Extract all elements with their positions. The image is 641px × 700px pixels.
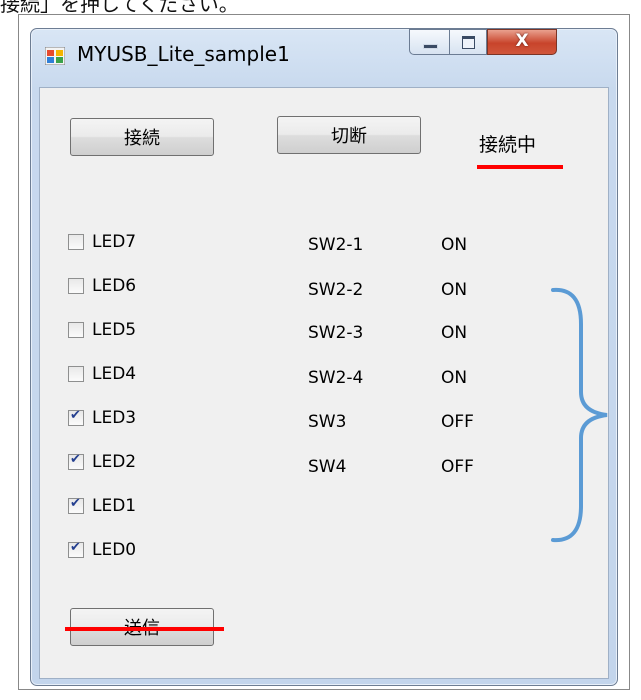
led-label: LED3 bbox=[92, 408, 137, 428]
disconnect-button[interactable]: 切断 bbox=[277, 116, 421, 154]
checkbox-checked-icon[interactable] bbox=[68, 452, 84, 470]
led-label: LED5 bbox=[92, 320, 137, 340]
checkbox-unchecked-icon[interactable] bbox=[68, 322, 84, 338]
switch-name: SW4 bbox=[308, 457, 347, 477]
led-label: LED0 bbox=[92, 540, 137, 560]
led-checkbox-row[interactable]: LED5 bbox=[68, 318, 136, 342]
switch-state: ON bbox=[441, 280, 468, 300]
client-area: 接続 切断 接続中 LED7 LED6 LED5 LED4 LED3 LED2 LED1 LE… bbox=[39, 87, 609, 679]
led-label: LED4 bbox=[92, 364, 137, 384]
maximize-button[interactable] bbox=[449, 29, 487, 55]
led-checkbox-row[interactable]: LED1 bbox=[68, 494, 136, 518]
led-label: LED1 bbox=[92, 496, 137, 516]
led-checkbox-row[interactable]: LED3 bbox=[68, 406, 136, 430]
send-underline bbox=[65, 627, 224, 631]
app-icon bbox=[45, 47, 65, 65]
close-icon: X bbox=[515, 31, 529, 51]
checkbox-checked-icon[interactable] bbox=[68, 496, 84, 514]
switch-name: SW2-3 bbox=[308, 323, 364, 343]
led-label: LED7 bbox=[92, 232, 137, 252]
led-checkbox-row[interactable]: LED0 bbox=[68, 538, 136, 562]
switch-name: SW3 bbox=[308, 412, 347, 432]
switch-state: OFF bbox=[441, 412, 474, 432]
led-label: LED6 bbox=[92, 276, 137, 296]
title-bar[interactable]: MYUSB_Lite_sample1 X bbox=[31, 29, 617, 87]
maximize-icon bbox=[462, 36, 475, 49]
switch-state: ON bbox=[441, 368, 468, 388]
connection-status: 接続中 bbox=[479, 134, 537, 156]
checkbox-unchecked-icon[interactable] bbox=[68, 278, 84, 294]
checkbox-unchecked-icon[interactable] bbox=[68, 234, 84, 250]
curly-brace-annotation bbox=[551, 287, 608, 543]
minimize-button[interactable] bbox=[409, 29, 449, 55]
switch-name: SW2-2 bbox=[308, 280, 364, 300]
app-window: MYUSB_Lite_sample1 X 接続 切断 接続中 LED7 LED6 L… bbox=[30, 28, 618, 686]
led-checkbox-row[interactable]: LED6 bbox=[68, 274, 136, 298]
switch-name: SW2-1 bbox=[308, 235, 364, 255]
checkbox-checked-icon[interactable] bbox=[68, 540, 84, 558]
switch-name: SW2-4 bbox=[308, 368, 364, 388]
window-title: MYUSB_Lite_sample1 bbox=[77, 42, 290, 66]
switch-state: OFF bbox=[441, 457, 474, 477]
minimize-icon bbox=[423, 44, 438, 49]
close-button[interactable]: X bbox=[487, 29, 557, 55]
led-checkbox-row[interactable]: LED4 bbox=[68, 362, 136, 386]
checkbox-checked-icon[interactable] bbox=[68, 408, 84, 426]
status-underline bbox=[477, 165, 563, 169]
checkbox-unchecked-icon[interactable] bbox=[68, 366, 84, 382]
switch-state: ON bbox=[441, 323, 468, 343]
connect-button[interactable]: 接続 bbox=[70, 118, 214, 156]
led-checkbox-row[interactable]: LED7 bbox=[68, 230, 136, 254]
switch-state: ON bbox=[441, 235, 468, 255]
led-label: LED2 bbox=[92, 452, 137, 472]
led-checkbox-row[interactable]: LED2 bbox=[68, 450, 136, 474]
